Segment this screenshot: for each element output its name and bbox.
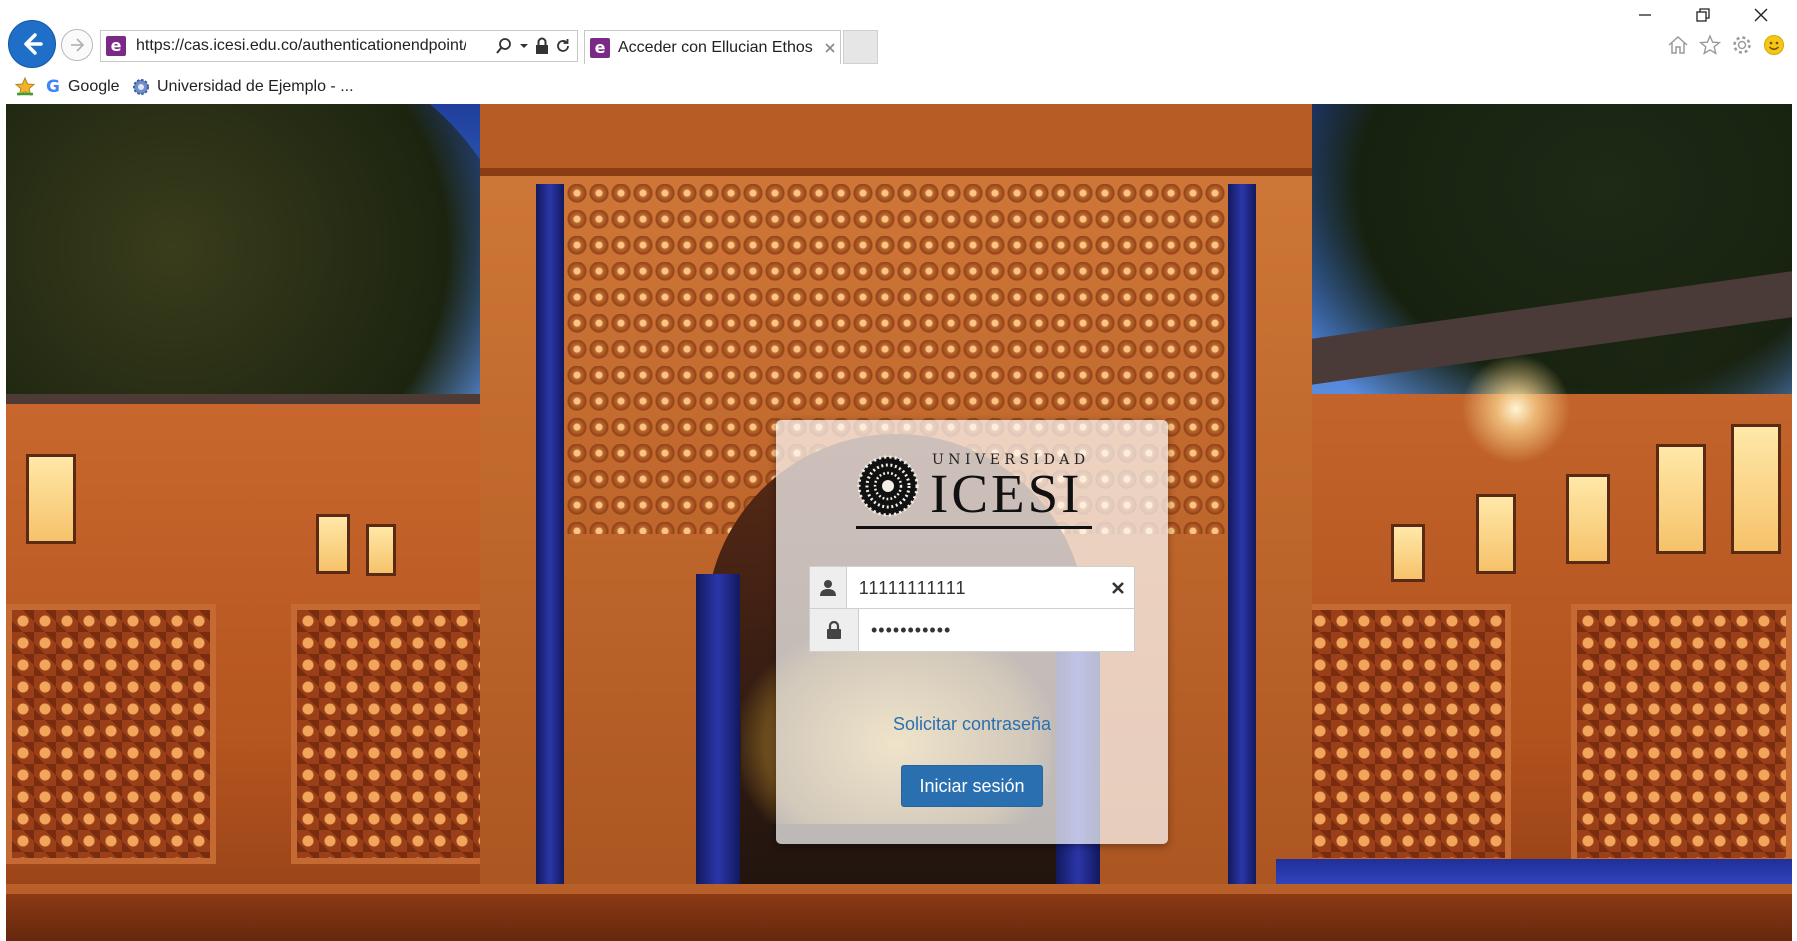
- favorites-bar: G Google Universidad de Ejemplo - ...: [0, 70, 1797, 104]
- restore-button[interactable]: [1683, 4, 1723, 26]
- password-addon: [810, 609, 859, 651]
- lock-icon[interactable]: [535, 37, 549, 55]
- tab-close-button[interactable]: [822, 40, 838, 56]
- password-field: [809, 608, 1135, 652]
- page-viewport: UNIVERSIDAD ICESI Solicitar contraseña I…: [6, 104, 1792, 941]
- chevron-down-icon[interactable]: [519, 41, 529, 51]
- feedback-button[interactable]: [1761, 32, 1787, 58]
- minimize-icon: [1639, 14, 1651, 16]
- logo-underline: [856, 526, 1092, 529]
- login-card: UNIVERSIDAD ICESI Solicitar contraseña I…: [776, 420, 1168, 844]
- icesi-logo: UNIVERSIDAD ICESI: [856, 450, 1092, 532]
- star-icon: [1699, 34, 1721, 55]
- favorite-label: Google: [67, 78, 120, 95]
- close-button[interactable]: [1741, 4, 1781, 26]
- ie-page-icon: e: [106, 36, 126, 56]
- new-tab-button[interactable]: [843, 30, 878, 64]
- forward-button[interactable]: [61, 29, 93, 61]
- close-icon: [825, 42, 835, 53]
- favorites-star-icon: [14, 76, 36, 97]
- google-icon: G: [46, 77, 60, 97]
- user-icon: [819, 580, 836, 596]
- search-icon[interactable]: [495, 37, 513, 55]
- address-bar[interactable]: e https://cas.icesi.edu.co/authenticatio…: [100, 30, 578, 62]
- favorite-google[interactable]: G Google: [46, 77, 120, 97]
- favorites-button[interactable]: [1697, 32, 1723, 58]
- close-icon: [1754, 8, 1768, 22]
- refresh-icon[interactable]: [555, 38, 571, 54]
- lock-icon: [827, 621, 841, 639]
- clear-username-button[interactable]: [1102, 567, 1134, 609]
- ie-page-icon: e: [590, 37, 610, 58]
- password-input[interactable]: [859, 609, 1134, 651]
- minimize-button[interactable]: [1625, 4, 1665, 26]
- username-addon: [810, 567, 847, 609]
- home-button[interactable]: [1665, 32, 1691, 58]
- favorites-center-button[interactable]: [13, 76, 37, 98]
- logo-icesi-text: ICESI: [930, 463, 1083, 524]
- tools-button[interactable]: [1729, 32, 1755, 58]
- close-icon: [1112, 582, 1125, 594]
- browser-chrome: e https://cas.icesi.edu.co/authenticatio…: [0, 0, 1797, 104]
- login-button[interactable]: Iniciar sesión: [901, 765, 1043, 807]
- home-icon: [1668, 35, 1688, 54]
- tab-active[interactable]: e Acceder con Ellucian Ethos ...: [584, 30, 841, 64]
- restore-icon: [1696, 8, 1710, 22]
- favorite-universidad[interactable]: Universidad de Ejemplo - ...: [131, 77, 354, 97]
- gear-icon: [1733, 36, 1751, 54]
- tab-title: Acceder con Ellucian Ethos ...: [618, 38, 818, 56]
- gear-icon: [133, 79, 149, 95]
- arrow-left-icon: [24, 33, 43, 55]
- favorite-label: Universidad de Ejemplo - ...: [157, 78, 354, 95]
- username-input[interactable]: [846, 567, 1103, 609]
- username-field: [809, 566, 1135, 610]
- back-button[interactable]: [8, 20, 56, 68]
- url-text[interactable]: https://cas.icesi.edu.co/authenticatione…: [136, 37, 466, 55]
- forgot-password-link[interactable]: Solicitar contraseña: [776, 714, 1168, 735]
- smiley-icon: [1764, 35, 1784, 55]
- arrow-right-icon: [71, 38, 85, 52]
- icesi-emblem-icon: [857, 455, 919, 517]
